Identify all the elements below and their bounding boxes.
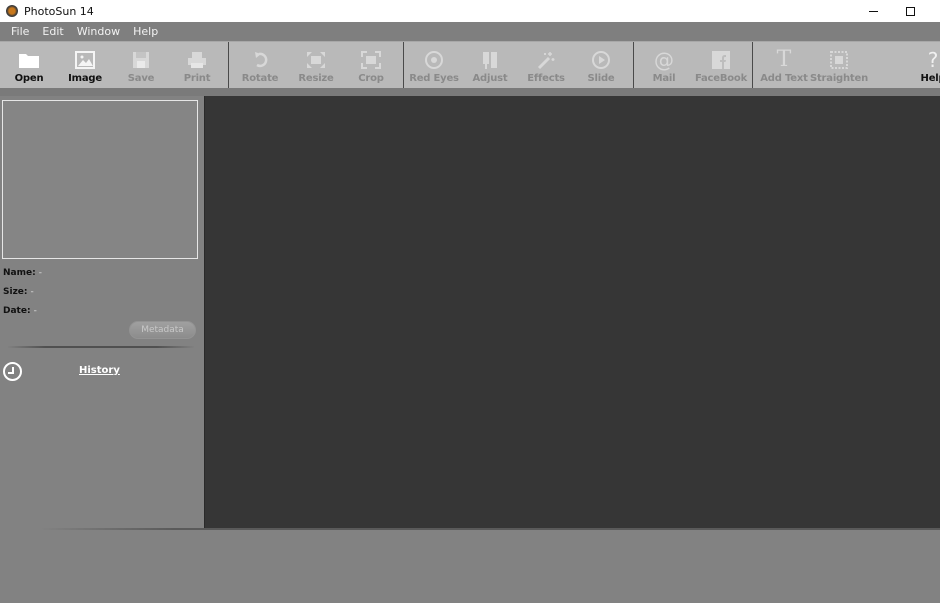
menu-window[interactable]: Window <box>72 25 125 38</box>
magic-wand-icon <box>535 49 557 71</box>
at-sign-icon: @ <box>654 48 674 72</box>
image-preview <box>2 100 198 259</box>
facebook-label: FaceBook <box>694 73 748 84</box>
sidebar-divider <box>8 346 194 348</box>
text-icon: T <box>776 47 792 72</box>
toolbar: Open Image Save Print Rotate Resize Crop… <box>0 41 940 88</box>
size-label: Size: <box>3 287 28 297</box>
menu-edit[interactable]: Edit <box>37 25 68 38</box>
straighten-label: Straighten <box>809 73 869 84</box>
facebook-icon <box>710 49 732 71</box>
minimize-icon <box>868 10 878 12</box>
help-label: Help <box>920 73 940 84</box>
slide-label: Slide <box>587 73 615 84</box>
size-value: - <box>30 287 34 297</box>
add-text-label: Add Text <box>760 73 808 84</box>
add-text-button[interactable]: T Add Text <box>756 42 812 88</box>
print-button[interactable]: Print <box>169 42 225 88</box>
red-eyes-label: Red Eyes <box>409 73 459 84</box>
bottom-panel <box>0 528 940 603</box>
info-name: Name: - <box>3 268 42 278</box>
date-value: - <box>33 306 37 316</box>
play-icon <box>590 49 612 71</box>
name-label: Name: <box>3 268 36 278</box>
toolbar-separator <box>403 42 404 88</box>
bottom-divider <box>40 528 940 530</box>
open-button[interactable]: Open <box>1 42 57 88</box>
rotate-button[interactable]: Rotate <box>232 42 288 88</box>
image-label: Image <box>68 73 102 84</box>
adjust-label: Adjust <box>472 73 508 84</box>
straighten-button[interactable]: Straighten <box>809 42 869 88</box>
toolbar-separator <box>752 42 753 88</box>
sidebar: Name: - Size: - Date: - Metadata History <box>0 96 204 528</box>
rotate-icon <box>249 49 271 71</box>
name-value: - <box>38 268 42 278</box>
metadata-button[interactable]: Metadata <box>129 321 196 339</box>
save-button[interactable]: Save <box>113 42 169 88</box>
help-icon: ? <box>927 48 939 72</box>
mail-button[interactable]: @ Mail <box>636 42 692 88</box>
history-link[interactable]: History <box>79 365 120 376</box>
effects-button[interactable]: Effects <box>518 42 574 88</box>
window-title: PhotoSun 14 <box>24 4 94 18</box>
info-size: Size: - <box>3 287 34 297</box>
resize-icon <box>305 49 327 71</box>
red-eyes-button[interactable]: Red Eyes <box>406 42 462 88</box>
adjust-icon <box>479 49 501 71</box>
history-clock-icon[interactable] <box>3 362 22 381</box>
minimize-button[interactable] <box>858 0 888 22</box>
print-label: Print <box>183 73 211 84</box>
resize-button[interactable]: Resize <box>288 42 344 88</box>
photosun-logo-icon <box>6 5 18 17</box>
maximize-button[interactable] <box>895 0 925 22</box>
print-icon <box>186 49 208 71</box>
folder-icon <box>18 49 40 71</box>
info-date: Date: - <box>3 306 37 316</box>
facebook-button[interactable]: FaceBook <box>693 42 749 88</box>
mail-label: Mail <box>652 73 676 84</box>
save-icon <box>130 49 152 71</box>
toolbar-shadow <box>0 88 940 96</box>
resize-label: Resize <box>298 73 334 84</box>
effects-label: Effects <box>527 73 565 84</box>
slide-button[interactable]: Slide <box>573 42 629 88</box>
open-label: Open <box>14 73 44 84</box>
maximize-icon <box>905 6 915 16</box>
date-label: Date: <box>3 306 31 316</box>
menu-file[interactable]: File <box>6 25 34 38</box>
image-icon <box>74 49 96 71</box>
help-button[interactable]: ? Help <box>905 42 940 88</box>
save-label: Save <box>127 73 155 84</box>
image-canvas[interactable] <box>204 96 940 528</box>
crop-button[interactable]: Crop <box>343 42 399 88</box>
menu-bar: File Edit Window Help <box>0 22 940 41</box>
menu-help[interactable]: Help <box>128 25 163 38</box>
toolbar-separator <box>633 42 634 88</box>
toolbar-separator <box>228 42 229 88</box>
image-button[interactable]: Image <box>57 42 113 88</box>
title-bar: PhotoSun 14 <box>0 0 940 22</box>
straighten-icon <box>828 49 850 71</box>
red-eyes-icon <box>423 49 445 71</box>
adjust-button[interactable]: Adjust <box>462 42 518 88</box>
crop-label: Crop <box>358 73 384 84</box>
rotate-label: Rotate <box>241 73 279 84</box>
crop-icon <box>360 49 382 71</box>
